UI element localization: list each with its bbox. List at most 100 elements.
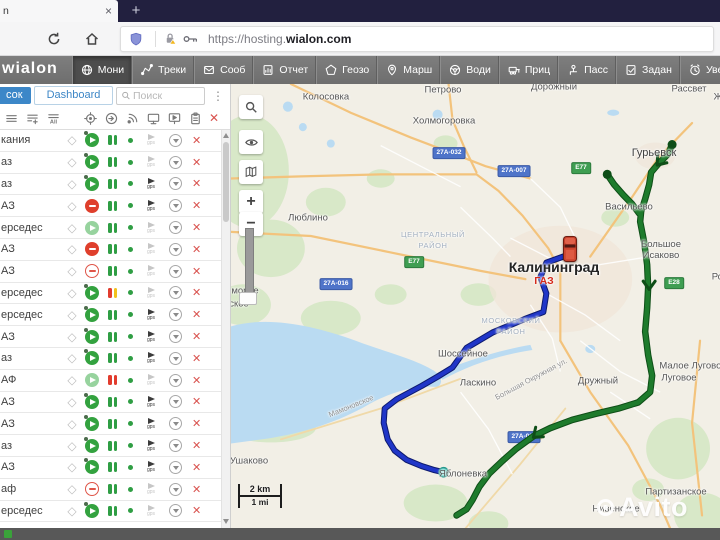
crosshair-icon[interactable] [83, 111, 98, 126]
unit-row[interactable]: аз ◇ gps ✕ [0, 174, 221, 196]
location-diamond-icon[interactable]: ◇ [62, 242, 82, 256]
motion-state-icon[interactable] [85, 308, 99, 322]
remove-unit-button[interactable]: ✕ [192, 374, 201, 387]
unit-menu-button[interactable] [169, 439, 182, 452]
location-diamond-icon[interactable]: ◇ [62, 351, 82, 365]
remove-unit-button[interactable]: ✕ [192, 177, 201, 190]
key-icon[interactable] [183, 33, 199, 45]
scroll-up-icon[interactable] [223, 133, 229, 138]
motion-state-icon[interactable] [85, 133, 99, 147]
unit-row[interactable]: аф ◇ gps ✕ [0, 479, 221, 501]
unit-menu-button[interactable] [169, 330, 182, 343]
unit-menu-button[interactable] [169, 265, 182, 278]
nav-item-messages[interactable]: Сооб [194, 56, 253, 84]
browser-tab[interactable]: n × [0, 0, 118, 22]
motion-state-icon[interactable] [85, 330, 99, 344]
motion-state-icon[interactable] [85, 439, 99, 453]
unit-menu-button[interactable] [169, 483, 182, 496]
location-diamond-icon[interactable]: ◇ [62, 199, 82, 213]
unit-row[interactable]: ерседес ◇ gps ✕ [0, 501, 221, 523]
follow-icon[interactable] [104, 111, 119, 126]
unit-row[interactable]: АЗ ◇ gps ✕ [0, 392, 221, 414]
remove-unit-button[interactable]: ✕ [192, 199, 201, 212]
unit-row[interactable]: ерседес ◇ gps ✕ [0, 283, 221, 305]
signal-icon[interactable] [125, 111, 140, 126]
location-diamond-icon[interactable]: ◇ [62, 482, 82, 496]
zoom-slider[interactable] [245, 228, 254, 300]
motion-state-icon[interactable] [85, 460, 99, 474]
motion-state-icon[interactable] [85, 373, 99, 387]
close-red-icon[interactable]: ✕ [209, 111, 219, 125]
nav-item-jobs[interactable]: Задан [616, 56, 680, 84]
nav-item-tracks[interactable]: Треки [132, 56, 194, 84]
nav-item-drivers[interactable]: Води [440, 56, 499, 84]
motion-state-icon[interactable] [85, 242, 99, 256]
location-diamond-icon[interactable]: ◇ [62, 308, 82, 322]
remove-unit-button[interactable]: ✕ [192, 265, 201, 278]
list-icon[interactable] [4, 111, 19, 126]
motion-state-icon[interactable] [85, 504, 99, 518]
unit-row[interactable]: ерседес ◇ gps ✕ [0, 304, 221, 326]
unit-row[interactable]: АФ ◇ gps ✕ [0, 370, 221, 392]
remove-unit-button[interactable]: ✕ [192, 395, 201, 408]
location-diamond-icon[interactable]: ◇ [62, 395, 82, 409]
remove-unit-button[interactable]: ✕ [192, 352, 201, 365]
motion-state-icon[interactable] [85, 482, 99, 496]
unit-menu-button[interactable] [169, 199, 182, 212]
unit-menu-button[interactable] [169, 417, 182, 430]
unit-row[interactable]: ерседес ◇ gps ✕ [0, 217, 221, 239]
url-bar[interactable]: https://hosting.wialon.com [120, 26, 714, 52]
unit-menu-button[interactable] [169, 374, 182, 387]
map-panel[interactable]: 27А-03227А-007E77E7727А-016E2827А-002 Ко… [231, 84, 720, 540]
reload-icon[interactable] [42, 27, 66, 51]
location-diamond-icon[interactable]: ◇ [62, 286, 82, 300]
unit-menu-button[interactable] [169, 156, 182, 169]
remove-unit-button[interactable]: ✕ [192, 156, 201, 169]
motion-state-icon[interactable] [85, 199, 99, 213]
remove-unit-button[interactable]: ✕ [192, 330, 201, 343]
new-tab-button[interactable]: + [126, 2, 146, 20]
unit-menu-button[interactable] [169, 504, 182, 517]
nav-item-geofence[interactable]: Геозо [316, 56, 377, 84]
motion-state-icon[interactable] [85, 155, 99, 169]
shield-icon[interactable] [129, 32, 143, 46]
scroll-down-icon[interactable] [223, 519, 229, 524]
unit-menu-button[interactable] [169, 352, 182, 365]
remove-unit-button[interactable]: ✕ [192, 286, 201, 299]
unit-menu-button[interactable] [169, 461, 182, 474]
map-visibility-button[interactable] [239, 130, 263, 154]
unit-row[interactable]: АЗ ◇ gps ✕ [0, 326, 221, 348]
location-diamond-icon[interactable]: ◇ [62, 373, 82, 387]
unit-search[interactable] [116, 87, 205, 105]
clipboard-icon[interactable] [188, 111, 203, 126]
location-diamond-icon[interactable]: ◇ [62, 177, 82, 191]
remove-unit-button[interactable]: ✕ [192, 439, 201, 452]
unit-row[interactable]: аз ◇ gps ✕ [0, 348, 221, 370]
nav-item-notifications[interactable]: Увед [680, 56, 720, 84]
remove-unit-button[interactable]: ✕ [192, 461, 201, 474]
nav-item-reports[interactable]: Отчет [253, 56, 316, 84]
remove-unit-button[interactable]: ✕ [192, 134, 201, 147]
location-diamond-icon[interactable]: ◇ [62, 221, 82, 235]
nav-item-passengers[interactable]: Пасс [558, 56, 616, 84]
nav-item-routes[interactable]: Марш [377, 56, 440, 84]
list-all-icon[interactable]: All [46, 111, 61, 126]
unit-row[interactable]: кания ◇ gps ✕ [0, 130, 221, 152]
home-icon[interactable] [80, 27, 104, 51]
motion-state-icon[interactable] [85, 221, 99, 235]
unit-row[interactable]: АЗ ◇ gps ✕ [0, 239, 221, 261]
remove-unit-button[interactable]: ✕ [192, 243, 201, 256]
motion-state-icon[interactable] [85, 417, 99, 431]
map-layers-button[interactable] [239, 160, 263, 184]
motion-state-icon[interactable] [85, 264, 99, 278]
remove-unit-button[interactable]: ✕ [192, 483, 201, 496]
unit-row[interactable]: АЗ ◇ gps ✕ [0, 413, 221, 435]
location-diamond-icon[interactable]: ◇ [62, 133, 82, 147]
unit-row[interactable]: АЗ ◇ gps ✕ [0, 261, 221, 283]
unit-menu-button[interactable] [169, 286, 182, 299]
sidebar-scrollbar[interactable] [221, 130, 230, 540]
unit-row[interactable]: аз ◇ gps ✕ [0, 152, 221, 174]
unit-menu-button[interactable] [169, 243, 182, 256]
list-add-icon[interactable] [25, 111, 40, 126]
motion-state-icon[interactable] [85, 177, 99, 191]
